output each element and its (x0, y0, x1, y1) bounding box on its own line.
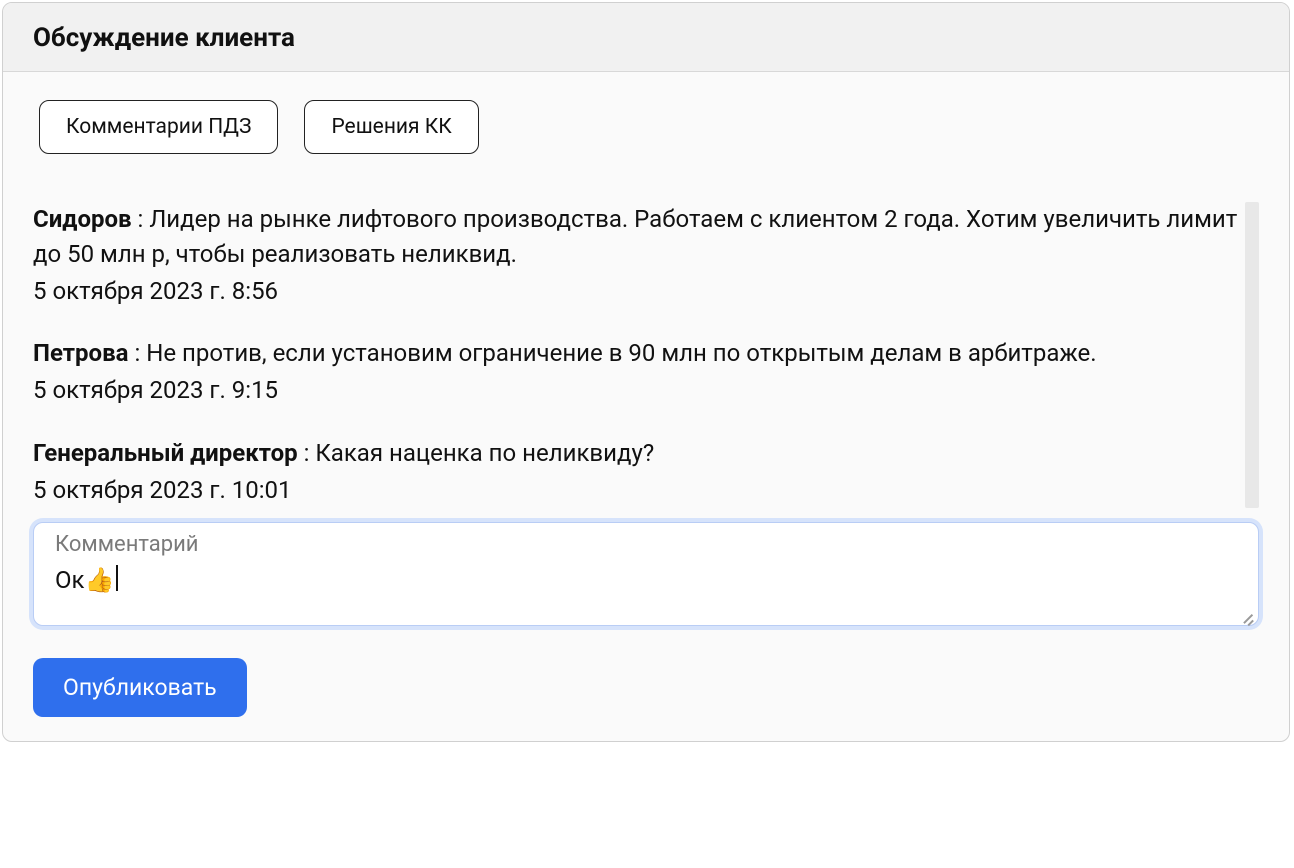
comment-line: Сидоров : Лидер на рынке лифтового произ… (33, 202, 1239, 272)
comment-item: Сидоров : Лидер на рынке лифтового произ… (33, 202, 1239, 308)
comment-timestamp: 5 октября 2023 г. 10:01 (33, 473, 1239, 508)
comment-item: Петрова : Не против, если установим огра… (33, 336, 1239, 408)
tab-comments-pdz[interactable]: Комментарии ПДЗ (39, 100, 278, 154)
comment-input[interactable] (33, 522, 1259, 626)
comments-list: Сидоров : Лидер на рынке лифтового произ… (33, 202, 1259, 508)
tab-decisions-kk[interactable]: Решения КК (304, 100, 478, 154)
scrollbar-track[interactable] (1245, 202, 1259, 508)
discussion-panel: Обсуждение клиента Комментарии ПДЗ Решен… (2, 2, 1290, 742)
comment-author: Сидоров (33, 205, 132, 233)
comment-timestamp: 5 октября 2023 г. 8:56 (33, 274, 1239, 309)
comment-timestamp: 5 октября 2023 г. 9:15 (33, 373, 1239, 408)
comment-line: Генеральный директор : Какая наценка по … (33, 436, 1239, 471)
comment-text: Не против, если установим ограничение в … (146, 339, 1096, 367)
comment-text: Какая наценка по неликвиду? (315, 439, 654, 467)
comment-sep: : (298, 439, 316, 467)
comment-item: Генеральный директор : Какая наценка по … (33, 436, 1239, 508)
panel-body: Комментарии ПДЗ Решения КК Сидоров : Лид… (3, 72, 1289, 741)
panel-header: Обсуждение клиента (3, 3, 1289, 72)
comment-line: Петрова : Не против, если установим огра… (33, 336, 1239, 371)
publish-button[interactable]: Опубликовать (33, 658, 247, 717)
comment-input-wrap: Комментарий Ок👍 (33, 522, 1259, 630)
comment-sep: : (132, 205, 150, 233)
comment-text: Лидер на рынке лифтового производства. Р… (33, 205, 1237, 268)
panel-title: Обсуждение клиента (33, 23, 1259, 53)
comment-sep: : (129, 339, 147, 367)
tabs-row: Комментарии ПДЗ Решения КК (39, 100, 1259, 154)
comment-author: Генеральный директор (33, 439, 298, 467)
comment-author: Петрова (33, 339, 129, 367)
